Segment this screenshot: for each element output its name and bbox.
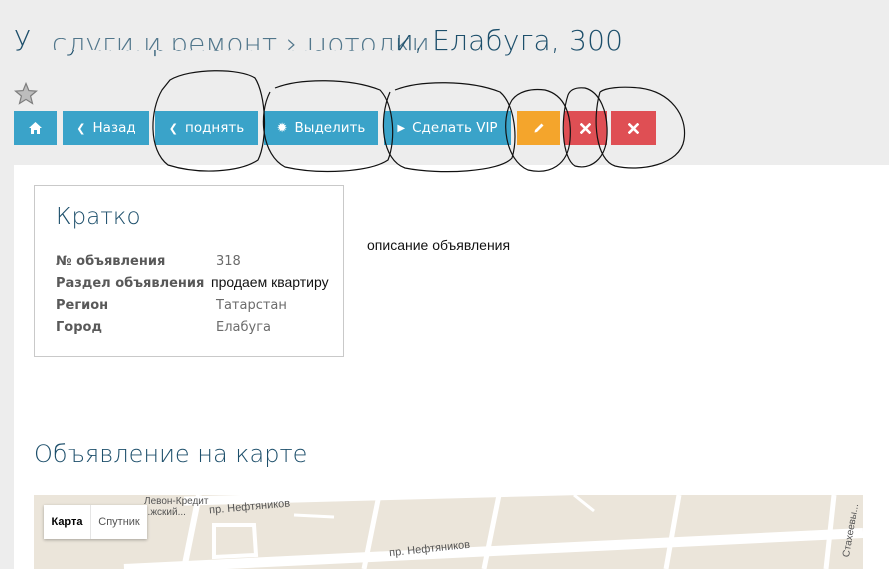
summary-value: 318 [216,254,241,269]
back-button[interactable]: ❮ Назад [63,111,149,145]
summary-box: Кратко № объявления 318 Раздел объявлени… [34,185,344,357]
summary-value: Елабуга [216,320,271,335]
remove-button[interactable] [611,111,656,145]
highlight-button[interactable]: ✹ Выделить [264,111,378,145]
map-type-toggle: Карта Спутник [44,505,147,539]
home-button[interactable] [14,111,57,145]
page-title-end: Елабуга, 300 [432,24,624,57]
back-button-label: Назад [92,120,136,136]
title-first-letter: У [14,24,52,60]
summary-value: продаем квартиру [211,274,329,290]
summary-value: Татарстан [216,298,287,313]
edit-button[interactable] [517,111,560,145]
summary-label: Город [56,320,102,335]
raise-button-label: поднять [185,120,245,136]
map-section-title: Объявление на карте [34,440,308,468]
map-label: ...жский... [142,507,186,518]
summary-label: Регион [56,298,109,313]
close-icon [628,122,639,134]
favorite-star-icon[interactable] [14,82,38,106]
raise-button[interactable]: ❮ поднять [155,111,258,145]
certificate-icon: ✹ [276,120,288,136]
play-icon: ▶ [397,122,406,134]
title-ghost: слуги и ремонт › Потолки, [52,38,439,50]
home-icon [29,122,42,134]
delete-button[interactable] [564,111,607,145]
summary-label: № объявления [56,254,166,269]
map-type-satellite-button[interactable]: Спутник [91,505,147,539]
title-occlusion: слуги и ремонт › Потолки, [52,22,439,50]
chevron-left-icon: ❮ [168,121,178,135]
pencil-icon [534,123,543,133]
make-vip-button-label: Сделать VIP [412,120,498,136]
map-type-map-button[interactable]: Карта [44,505,91,539]
map-label: Левон-Кредит [144,496,209,507]
make-vip-button[interactable]: ▶ Сделать VIP [384,111,511,145]
close-icon [580,122,591,134]
chevron-left-icon: ❮ [76,121,86,135]
summary-title: Кратко [56,204,141,230]
summary-label: Раздел объявления [56,276,205,291]
highlight-button-label: Выделить [294,120,366,136]
ad-description: описание объявления [367,237,511,253]
page: Услуги и ремонт › Потолки, Елабуга, 300 … [0,0,889,569]
map[interactable]: Левон-Кредит ...жский... пр. Нефтяников … [34,495,863,569]
